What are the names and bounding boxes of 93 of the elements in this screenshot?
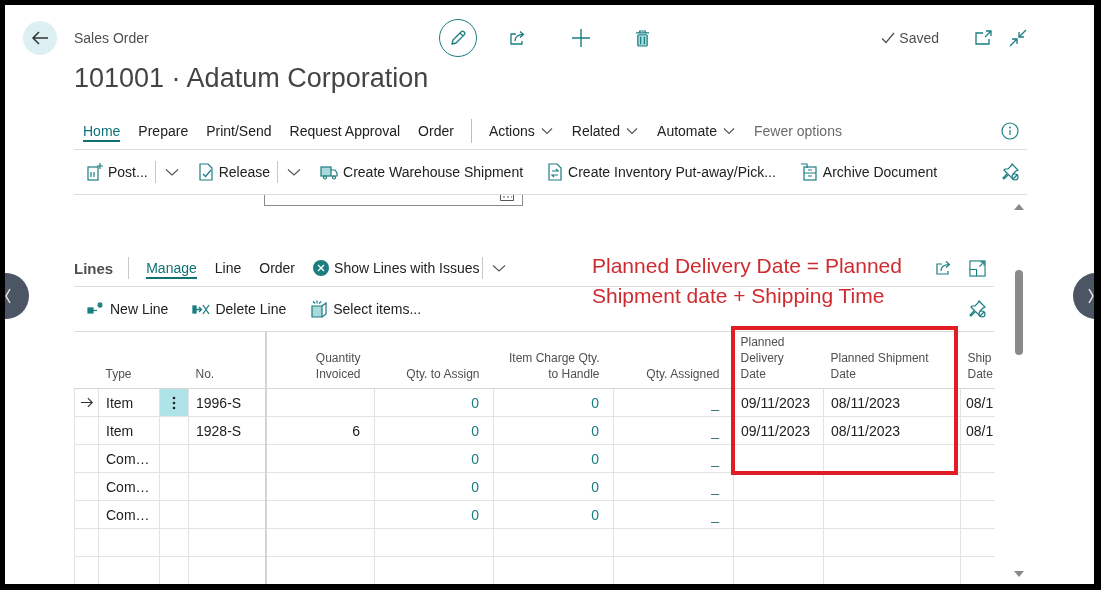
table-cell[interactable]: 0 <box>493 444 614 473</box>
caret-down-icon[interactable] <box>287 168 302 176</box>
share-icon[interactable] <box>509 30 527 46</box>
document-check-icon <box>197 163 214 181</box>
save-status: Saved <box>899 30 939 46</box>
caret-down-icon <box>723 127 735 135</box>
section-title: Lines <box>74 259 114 277</box>
table-cell[interactable]: 0 <box>374 444 494 473</box>
caret-down-icon[interactable] <box>164 168 179 176</box>
action-button[interactable]: Delete Line <box>187 294 292 324</box>
share-icon[interactable] <box>935 260 953 276</box>
caret-down-icon[interactable] <box>491 264 506 272</box>
action-tab[interactable]: Print/Send <box>206 120 272 142</box>
fewer-options-button[interactable]: Fewer options <box>754 123 842 139</box>
action-tab[interactable]: Request Approval <box>289 120 401 142</box>
section-tab[interactable]: Order <box>259 257 296 279</box>
page-title: 101001 · Adatum Corporation <box>74 62 430 95</box>
action-button[interactable]: Select items... <box>305 294 427 324</box>
table-cell: 08/11/2023 <box>823 416 961 445</box>
table-cell[interactable]: 0 <box>493 500 614 529</box>
table-cell: Com… <box>98 500 160 529</box>
triangle-down-icon[interactable] <box>1014 571 1024 577</box>
caret-down-icon <box>540 127 553 135</box>
expand-icon[interactable] <box>969 259 986 277</box>
column-header[interactable]: No. <box>195 366 215 382</box>
table-cell[interactable]: 0 <box>493 416 614 445</box>
column-header[interactable]: Qty. Assigned <box>646 366 720 382</box>
back-button[interactable] <box>23 21 57 55</box>
action-button[interactable]: Release <box>192 157 276 187</box>
menu-button[interactable]: Automate <box>657 123 735 139</box>
action-tab[interactable]: Order <box>418 120 454 142</box>
x-circle-icon <box>313 260 330 276</box>
action-button[interactable]: Create Warehouse Shipment <box>315 157 529 187</box>
info-icon[interactable] <box>1001 122 1019 140</box>
chevron-left-icon[interactable] <box>5 273 29 319</box>
table-cell: Item <box>98 416 160 445</box>
document-plus-icon <box>87 163 103 181</box>
scrollbar-thumb[interactable] <box>1015 270 1023 355</box>
chevron-right-icon[interactable] <box>1073 273 1094 319</box>
column-header[interactable]: Type <box>105 366 132 382</box>
pin-icon[interactable] <box>1001 163 1019 181</box>
action-button[interactable]: Create Inventory Put-away/Pick... <box>542 157 781 187</box>
table-cell[interactable]: 0 <box>374 416 494 445</box>
menu-button[interactable]: Related <box>571 123 639 139</box>
action-button[interactable]: New Line <box>82 294 174 324</box>
column-header[interactable]: Planned Shipment Date <box>830 350 941 382</box>
table-cell[interactable]: 0 <box>493 388 614 417</box>
table-cell: _ <box>613 472 734 501</box>
column-header[interactable]: Quantity Invoiced <box>290 350 361 382</box>
action-button[interactable]: Post... <box>82 157 153 187</box>
caret-down-icon <box>626 127 639 135</box>
date-field[interactable] <box>264 195 523 206</box>
collapse-icon[interactable] <box>1009 29 1027 47</box>
column-header[interactable]: Planned Delivery Date <box>740 334 801 382</box>
more-vertical-icon <box>172 395 176 410</box>
table-cell[interactable]: 0 <box>374 500 494 529</box>
table-cell: Item <box>98 388 160 417</box>
action-button[interactable]: Archive Document <box>794 157 943 187</box>
calendar-icon[interactable] <box>500 195 514 201</box>
truck-icon <box>320 164 339 180</box>
document-arrows-icon <box>547 163 564 181</box>
box-sparkle-icon <box>310 300 329 318</box>
breadcrumb: Sales Order <box>74 30 150 46</box>
table-cell: 09/11/2023 <box>733 416 824 445</box>
menu-button[interactable]: Actions <box>488 123 553 139</box>
column-header[interactable]: Item Charge Qty. to Handle <box>499 350 600 382</box>
table-cell: 09/11/2023 <box>733 388 824 417</box>
table-cell: 6 <box>265 416 375 445</box>
check-icon <box>881 32 896 44</box>
table-cell: _ <box>613 500 734 529</box>
table-cell[interactable]: 0 <box>374 388 494 417</box>
pencil-icon <box>449 29 467 47</box>
column-header[interactable]: Qty. to Assign <box>406 366 480 382</box>
table-cell: Com… <box>98 472 160 501</box>
section-tab[interactable]: Manage <box>146 257 197 279</box>
action-tab[interactable]: Prepare <box>138 120 189 142</box>
cabinet-icon <box>799 163 818 181</box>
pin-icon[interactable] <box>968 300 986 318</box>
table-cell[interactable]: 0 <box>374 472 494 501</box>
row-sparkle-icon <box>87 301 105 317</box>
table-cell: 08/11/2023 <box>823 388 961 417</box>
section-tab[interactable]: Line <box>214 257 242 279</box>
open-in-window-icon[interactable] <box>975 30 993 46</box>
annotation-text: Planned Delivery Date = Planned Shipment date + Shipping Time <box>592 253 903 309</box>
table-cell: Com… <box>98 444 160 473</box>
issues-button[interactable]: Show Lines with Issues <box>313 260 480 276</box>
plus-icon[interactable] <box>571 28 591 48</box>
table-cell[interactable]: 0 <box>493 472 614 501</box>
arrow-left-icon <box>31 30 49 46</box>
action-tab[interactable]: Home <box>83 120 121 142</box>
trash-icon[interactable] <box>635 28 650 48</box>
column-header[interactable]: Ship Date <box>967 350 995 382</box>
triangle-up-icon[interactable] <box>1014 204 1024 210</box>
